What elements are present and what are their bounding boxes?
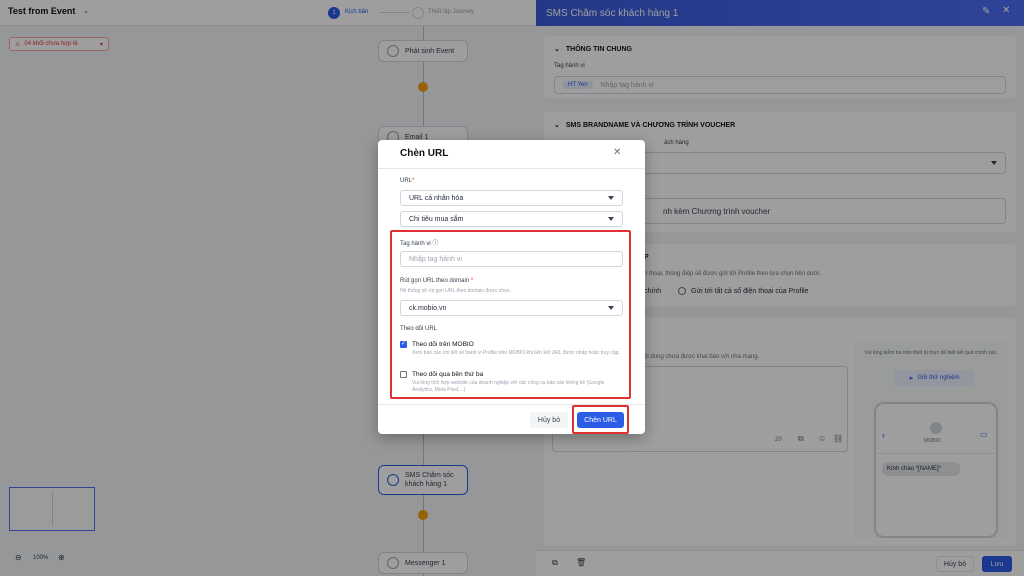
tag-label: Tag hành vi ⓘ [400,241,439,247]
url-type-select[interactable]: URL cá nhân hóa [400,190,623,206]
select-value: URL cá nhân hóa [409,194,464,202]
select-value: Chi tiêu mua sắm [409,215,464,223]
caret-down-icon [608,306,614,310]
info-icon: ⓘ [432,241,439,247]
caret-down-icon [608,217,614,221]
track-third-desc: Vui lòng tích hợp website của doanh nghi… [412,380,605,393]
checkbox-third-party[interactable] [400,371,407,378]
cancel-button[interactable]: Hủy bỏ [530,412,568,428]
checkbox-mobio[interactable]: ✓ [400,341,407,348]
divider [378,168,645,169]
url-field-select[interactable]: Chi tiêu mua sắm [400,211,623,227]
input-placeholder: Nhập tag hành vi [409,255,462,263]
domain-help: Hệ thống sẽ rút gọn URL theo domain được… [400,288,511,294]
track-third-label[interactable]: Theo dõi qua bên thứ ba [412,371,483,378]
url-label: URL* [400,178,415,184]
domain-select[interactable]: ck.mobio.vn [400,300,623,316]
insert-url-button[interactable]: Chèn URL [577,412,624,428]
caret-down-icon [608,196,614,200]
close-icon[interactable]: ✕ [613,147,621,158]
select-value: ck.mobio.vn [409,304,447,312]
insert-url-modal: Chèn URL ✕ URL* URL cá nhân hóa Chi tiêu… [378,140,645,434]
tag-input[interactable]: Nhập tag hành vi [400,251,623,267]
domain-label: Rút gọn URL theo domain * [400,278,474,284]
modal-title: Chèn URL [400,148,449,159]
track-mobio-label[interactable]: Theo dõi trên MOBIO [412,341,474,348]
track-label: Theo dõi URL [400,326,438,332]
track-mobio-desc: Xem báo cáo chi tiết về hành vi Profile … [412,350,620,356]
